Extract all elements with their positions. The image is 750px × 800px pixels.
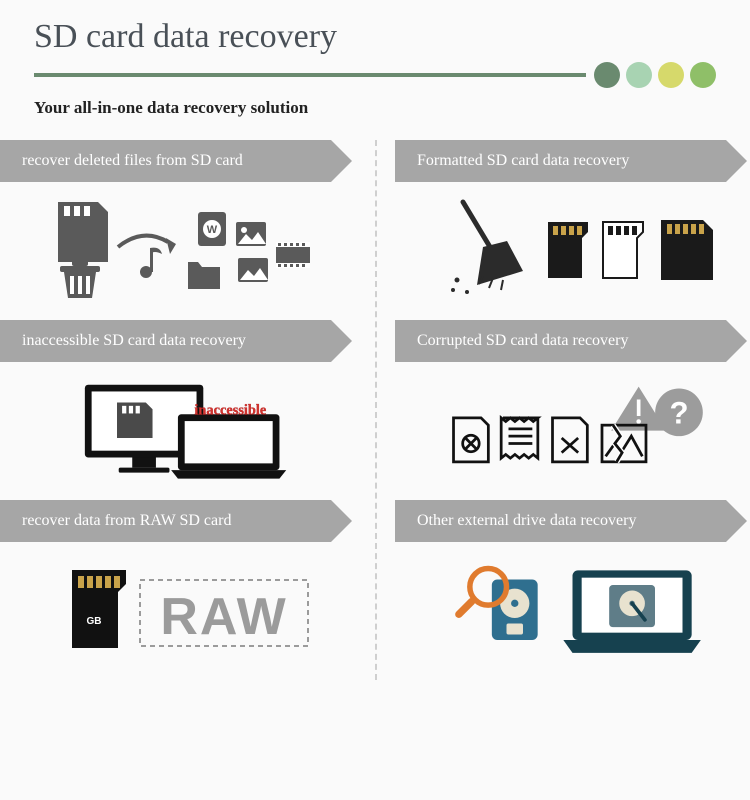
accent-dot-icon	[658, 62, 684, 88]
accent-dot-icon	[626, 62, 652, 88]
inaccessible-label: inaccessible	[194, 402, 266, 418]
accent-dots	[594, 62, 716, 88]
page-subtitle: Your all-in-one data recovery solution	[34, 98, 716, 118]
deleted-files-icon: W	[0, 182, 355, 312]
corrupted-files-icon: ?	[395, 362, 750, 492]
feature-banner: Corrupted SD card data recovery	[395, 320, 726, 362]
feature-raw: recover data from RAW SD card GB RAW	[0, 500, 355, 680]
feature-formatted: Formatted SD card data recovery	[395, 140, 750, 320]
page-title: SD card data recovery	[34, 18, 716, 56]
svg-text:?: ?	[669, 395, 688, 430]
formatted-cards-icon	[395, 182, 750, 312]
feature-other: Other external drive data recovery	[395, 500, 750, 680]
raw-sd-icon: GB RAW	[0, 542, 355, 672]
feature-banner: inaccessible SD card data recovery	[0, 320, 331, 362]
feature-banner: recover deleted files from SD card	[0, 140, 331, 182]
sd-capacity-label: GB	[86, 616, 101, 627]
svg-text:W: W	[206, 224, 217, 236]
feature-deleted: recover deleted files from SD card	[0, 140, 355, 320]
feature-inaccessible: inaccessible SD card data recovery	[0, 320, 355, 500]
raw-label: RAW	[160, 588, 287, 646]
accent-dot-icon	[594, 62, 620, 88]
feature-banner: recover data from RAW SD card	[0, 500, 331, 542]
feature-banner: Other external drive data recovery	[395, 500, 726, 542]
feature-corrupted: Corrupted SD card data recovery ?	[395, 320, 750, 500]
inaccessible-devices-icon: inaccessible	[0, 362, 355, 492]
underline-rule	[34, 73, 586, 77]
accent-dot-icon	[690, 62, 716, 88]
vertical-divider	[375, 140, 377, 680]
feature-banner: Formatted SD card data recovery	[395, 140, 726, 182]
external-drive-icon	[395, 542, 750, 672]
